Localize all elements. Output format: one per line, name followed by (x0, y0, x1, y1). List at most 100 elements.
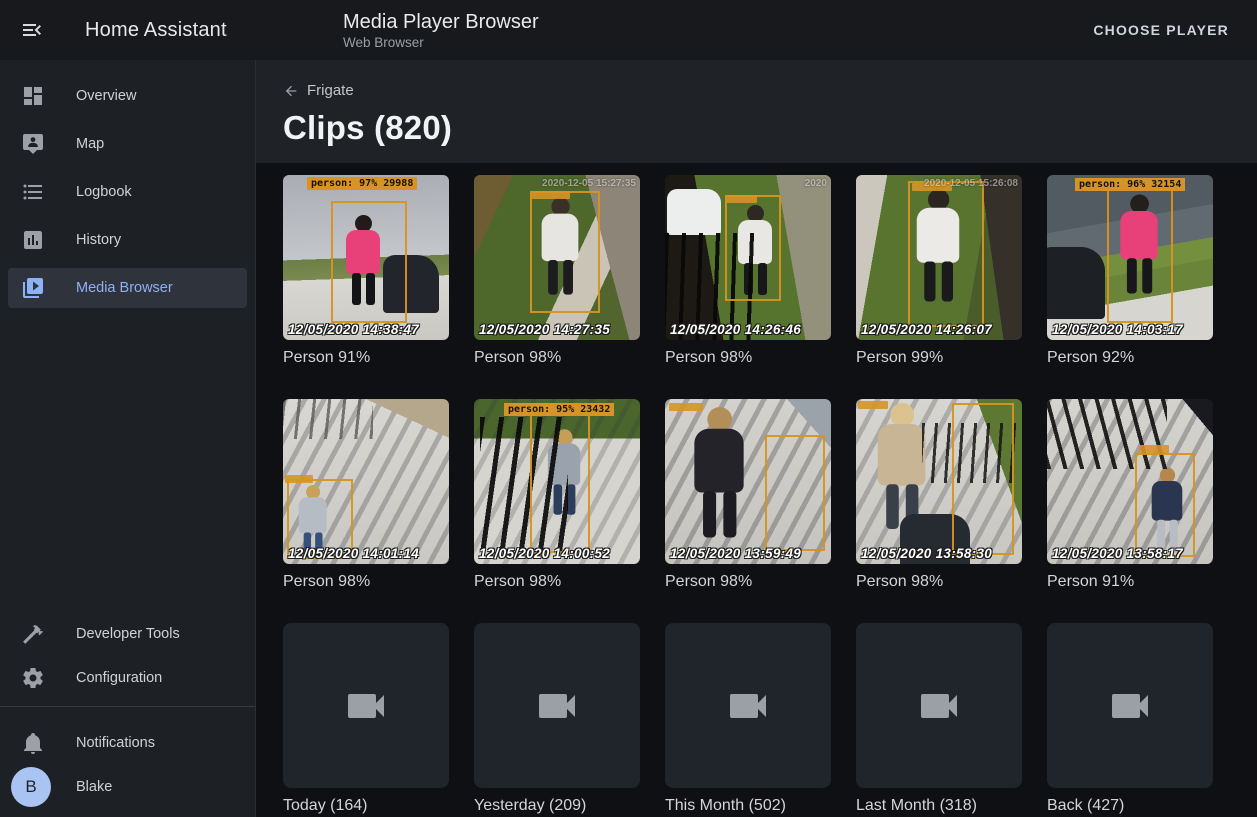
person-figure (684, 407, 754, 538)
sidebar-item-logbook[interactable]: Logbook (8, 172, 247, 212)
sidebar-item-overview[interactable]: Overview (8, 76, 247, 116)
clip-card[interactable]: person: 97% 29988 12/05/2020 14:38:47 Pe… (283, 175, 449, 367)
sidebar-item-label: Media Browser (76, 280, 173, 296)
detection-label: person: 97% 29988 (307, 177, 417, 190)
video-icon (342, 682, 390, 730)
clip-thumbnail[interactable]: 2020 12/05/2020 14:26:46 (665, 175, 831, 340)
camera-osd-timestamp: 2020 (805, 178, 827, 189)
clip-thumbnail[interactable]: person: 96% 32154 12/05/2020 14:03:17 (1047, 175, 1213, 340)
clip-thumbnail[interactable]: person: 97% 29988 12/05/2020 14:38:47 (283, 175, 449, 340)
folder-caption: This Month (502) (665, 797, 831, 815)
sidebar-item-label: Configuration (76, 670, 162, 686)
sidebar-divider (0, 706, 255, 707)
dashboard-icon (21, 84, 45, 108)
app-bar-left: Home Assistant (0, 0, 256, 60)
clip-thumbnail[interactable]: person: 95% 23432 12/05/2020 14:00:52 (474, 399, 640, 564)
detection-bbox (765, 435, 825, 551)
clip-caption: Person 92% (1047, 349, 1213, 367)
breadcrumb[interactable]: Frigate (283, 82, 354, 99)
clip-timestamp: 12/05/2020 13:59:49 (670, 546, 801, 561)
breadcrumb-label: Frigate (307, 82, 354, 99)
dialog-titles: Media Player Browser Web Browser (256, 10, 539, 50)
sidebar-item-map[interactable]: Map (8, 124, 247, 164)
profile-name: Blake (76, 779, 112, 795)
detection-mini-label (1139, 445, 1169, 453)
dialog-subtitle: Web Browser (343, 35, 539, 50)
clip-card[interactable]: 12/05/2020 13:59:49 Person 98% (665, 399, 831, 591)
clip-card[interactable]: 12/05/2020 13:58:17 Person 91% (1047, 399, 1213, 591)
folder-tile[interactable] (474, 623, 640, 788)
page-title: Clips (820) (283, 109, 1233, 147)
sidebar-item-label: History (76, 232, 121, 248)
clip-timestamp: 12/05/2020 13:58:30 (861, 546, 992, 561)
folder-caption: Today (164) (283, 797, 449, 815)
sidebar-item-notifications[interactable]: Notifications (8, 723, 247, 763)
media-browser-content: Frigate Clips (820) person: 97% 29988 12… (256, 60, 1257, 817)
folder-this-month[interactable]: This Month (502) (665, 623, 831, 815)
sidebar-item-configuration[interactable]: Configuration (8, 658, 247, 698)
video-icon (1106, 682, 1154, 730)
folder-last-month[interactable]: Last Month (318) (856, 623, 1022, 815)
clip-thumbnail[interactable]: 12/05/2020 13:59:49 (665, 399, 831, 564)
railing-shape (283, 399, 373, 439)
clip-thumbnail[interactable]: 12/05/2020 13:58:30 (856, 399, 1022, 564)
sidebar-item-history[interactable]: History (8, 220, 247, 260)
clip-caption: Person 98% (474, 349, 640, 367)
clip-card[interactable]: person: 95% 23432 12/05/2020 14:00:52 Pe… (474, 399, 640, 591)
clip-timestamp: 12/05/2020 14:38:47 (288, 322, 419, 337)
clip-card[interactable]: 2020-12-05 15:26:08 12/05/2020 14:26:07 … (856, 175, 1022, 367)
arrow-left-icon (283, 83, 299, 99)
video-icon (724, 682, 772, 730)
detection-mini-label (727, 195, 757, 203)
detection-mini-label (532, 191, 570, 199)
detection-label: person: 96% 32154 (1075, 178, 1185, 191)
clip-caption: Person 99% (856, 349, 1022, 367)
detection-bbox (908, 181, 984, 327)
detection-label: person: 95% 23432 (504, 403, 614, 416)
bell-icon (21, 731, 45, 755)
choose-player-button[interactable]: CHOOSE PLAYER (1089, 14, 1233, 46)
detection-mini-label (669, 403, 703, 411)
clip-card[interactable]: 2020 12/05/2020 14:26:46 Person 98% (665, 175, 831, 367)
video-icon (533, 682, 581, 730)
clip-timestamp: 12/05/2020 14:01:14 (288, 546, 419, 561)
sidebar-item-label: Developer Tools (76, 626, 180, 642)
app-title: Home Assistant (85, 19, 227, 42)
clip-thumbnail[interactable]: 12/05/2020 13:58:17 (1047, 399, 1213, 564)
clip-timestamp: 12/05/2020 14:26:07 (861, 322, 992, 337)
clip-card[interactable]: 12/05/2020 13:58:30 Person 98% (856, 399, 1022, 591)
clip-timestamp: 12/05/2020 14:27:35 (479, 322, 610, 337)
sidebar-item-media-browser[interactable]: Media Browser (8, 268, 247, 308)
clip-card[interactable]: 2020-12-05 15:27:35 12/05/2020 14:27:35 … (474, 175, 640, 367)
sidebar-item-profile[interactable]: B Blake (8, 767, 247, 807)
app-bar-main: Media Player Browser Web Browser CHOOSE … (256, 0, 1257, 60)
clip-thumbnail[interactable]: 12/05/2020 14:01:14 (283, 399, 449, 564)
sidebar-item-label: Logbook (76, 184, 132, 200)
folder-back[interactable]: Back (427) (1047, 623, 1213, 815)
clip-caption: Person 91% (283, 349, 449, 367)
clip-card[interactable]: 12/05/2020 14:01:14 Person 98% (283, 399, 449, 591)
folder-tile[interactable] (856, 623, 1022, 788)
folder-caption: Last Month (318) (856, 797, 1022, 815)
dialog-title: Media Player Browser (343, 10, 539, 34)
avatar: B (11, 767, 51, 807)
sidebar-toggle-button[interactable] (20, 18, 44, 42)
clip-thumbnail[interactable]: 2020-12-05 15:26:08 12/05/2020 14:26:07 (856, 175, 1022, 340)
clip-thumbnail[interactable]: 2020-12-05 15:27:35 12/05/2020 14:27:35 (474, 175, 640, 340)
clip-caption: Person 98% (665, 349, 831, 367)
folder-yesterday[interactable]: Yesterday (209) (474, 623, 640, 815)
camera-osd-timestamp: 2020-12-05 15:27:35 (542, 178, 636, 189)
app-shell: Overview Map Logbook History Media Brows… (0, 60, 1257, 817)
clip-card[interactable]: person: 96% 32154 12/05/2020 14:03:17 Pe… (1047, 175, 1213, 367)
folder-tile[interactable] (283, 623, 449, 788)
folder-tile[interactable] (1047, 623, 1213, 788)
clip-timestamp: 12/05/2020 14:00:52 (479, 546, 610, 561)
detection-bbox (952, 403, 1014, 555)
folder-caption: Yesterday (209) (474, 797, 640, 815)
sidebar-item-developer-tools[interactable]: Developer Tools (8, 614, 247, 654)
video-icon (915, 682, 963, 730)
folder-tile[interactable] (665, 623, 831, 788)
folder-today[interactable]: Today (164) (283, 623, 449, 815)
stroller-shape (1047, 247, 1105, 319)
detection-bbox (725, 195, 781, 301)
